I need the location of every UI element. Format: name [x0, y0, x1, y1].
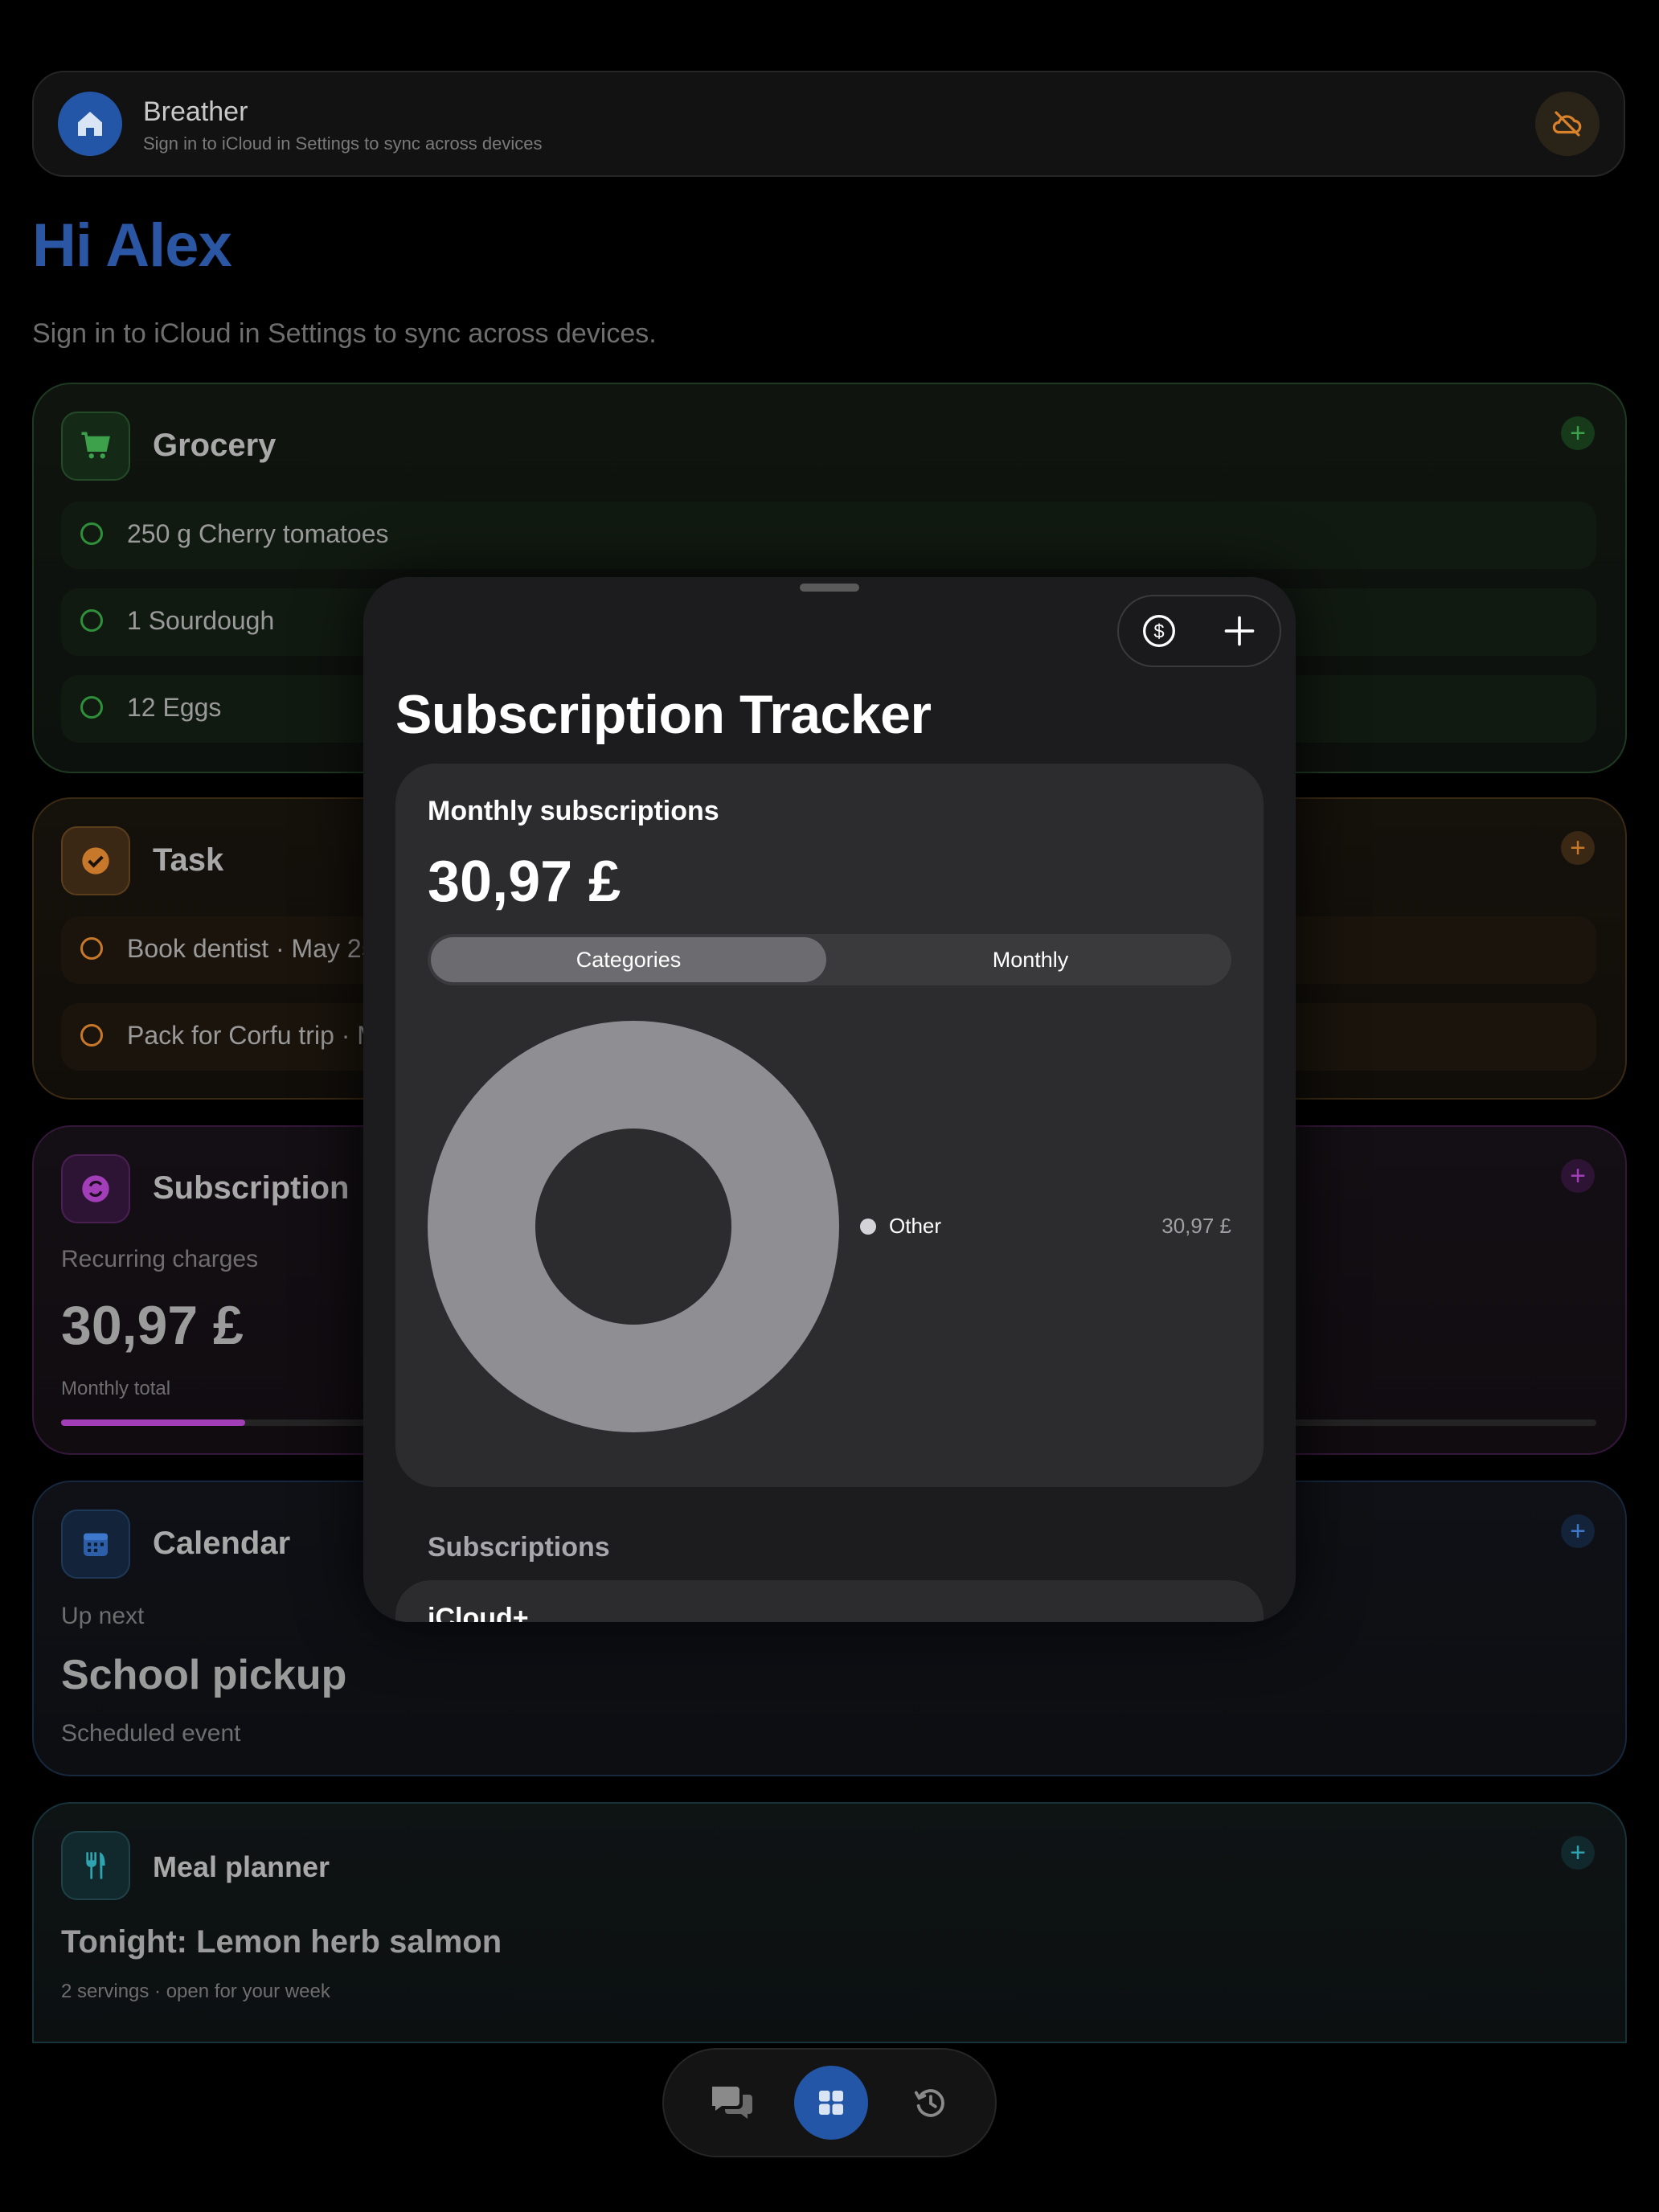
event-title: School pickup: [61, 1652, 347, 1698]
fork-knife-icon: [61, 1831, 130, 1900]
subscription-title: Subscription: [153, 1170, 350, 1206]
monthly-total-label: Monthly total: [61, 1378, 171, 1399]
sheet-title: Subscription Tracker: [395, 684, 932, 745]
home-icon[interactable]: [58, 92, 122, 156]
list-item[interactable]: 250 g Cherry tomatoes: [61, 502, 1596, 569]
panel-heading: Monthly subscriptions: [428, 796, 719, 826]
checkbox[interactable]: [80, 696, 103, 719]
tonight-meal: Tonight: Lemon herb salmon: [61, 1924, 502, 1960]
sync-notice: Sign in to iCloud in Settings to sync ac…: [143, 133, 543, 154]
subscription-row[interactable]: iCloud+: [395, 1580, 1264, 1622]
progress-fill: [61, 1419, 246, 1426]
legend-label: Other: [889, 1214, 942, 1238]
history-icon[interactable]: [894, 2066, 968, 2140]
donut-slice-other[interactable]: [428, 1021, 839, 1432]
monthly-amount: 30,97 £: [428, 850, 621, 914]
greeting-title: Hi Alex: [32, 211, 232, 280]
add-subscription-button[interactable]: +: [1561, 1159, 1595, 1193]
cart-icon: [61, 412, 130, 481]
checkbox[interactable]: [80, 937, 103, 960]
recurring-amount: 30,97 £: [61, 1295, 244, 1356]
svg-text:$: $: [1153, 621, 1164, 642]
item-label: Pack for Corfu trip · M: [127, 1021, 379, 1050]
item-label: 12 Eggs: [127, 693, 222, 722]
add-grocery-button[interactable]: +: [1561, 416, 1595, 450]
calendar-icon: [61, 1509, 130, 1579]
grid-icon[interactable]: [794, 2066, 868, 2140]
add-icon[interactable]: [1199, 596, 1280, 666]
meal-planner-card[interactable]: Meal planner + Tonight: Lemon herb salmo…: [32, 1802, 1627, 2043]
item-label: Book dentist · May 25: [127, 934, 376, 963]
calendar-title: Calendar: [153, 1526, 291, 1561]
meal-title: Meal planner: [153, 1850, 330, 1883]
view-segmented-control: Categories Monthly: [428, 934, 1231, 985]
refresh-icon: [61, 1154, 130, 1223]
cloud-off-icon[interactable]: [1535, 92, 1600, 156]
chat-icon[interactable]: [694, 2066, 768, 2140]
task-icon: [61, 826, 130, 895]
checkbox[interactable]: [80, 609, 103, 632]
app-name: Breather: [143, 96, 248, 127]
greeting-subtitle: Sign in to iCloud in Settings to sync ac…: [32, 318, 657, 349]
app-header: Breather Sign in to iCloud in Settings t…: [32, 71, 1625, 177]
category-donut-chart: [428, 1021, 839, 1432]
item-label: 250 g Cherry tomatoes: [127, 519, 389, 548]
add-event-button[interactable]: +: [1561, 1514, 1595, 1548]
add-meal-button[interactable]: +: [1561, 1836, 1595, 1870]
sheet-action-group: $: [1117, 595, 1281, 667]
add-task-button[interactable]: +: [1561, 831, 1595, 865]
up-next-caption: Up next: [61, 1603, 145, 1629]
summary-panel: Monthly subscriptions 30,97 £ Categories…: [395, 764, 1264, 1487]
legend-value: 30,97 £: [1161, 1214, 1231, 1238]
subscriptions-heading: Subscriptions: [428, 1532, 610, 1563]
subscription-tracker-sheet[interactable]: $ Subscription Tracker Monthly subscript…: [363, 577, 1296, 1622]
checkbox[interactable]: [80, 522, 103, 545]
sheet-grabber[interactable]: [800, 584, 859, 592]
currency-icon[interactable]: $: [1119, 596, 1199, 666]
bottom-tab-bar: [662, 2048, 997, 2157]
event-subtitle: Scheduled event: [61, 1720, 241, 1747]
task-title: Task: [153, 842, 224, 878]
meal-details: 2 servings · open for your week: [61, 1981, 330, 2002]
legend-swatch: [860, 1219, 876, 1235]
segment-monthly[interactable]: Monthly: [833, 937, 1228, 982]
checkbox[interactable]: [80, 1024, 103, 1047]
subscription-name: iCloud+: [428, 1603, 529, 1622]
segment-categories[interactable]: Categories: [431, 937, 826, 982]
recurring-caption: Recurring charges: [61, 1246, 259, 1272]
item-label: 1 Sourdough: [127, 606, 275, 635]
grocery-title: Grocery: [153, 428, 276, 463]
